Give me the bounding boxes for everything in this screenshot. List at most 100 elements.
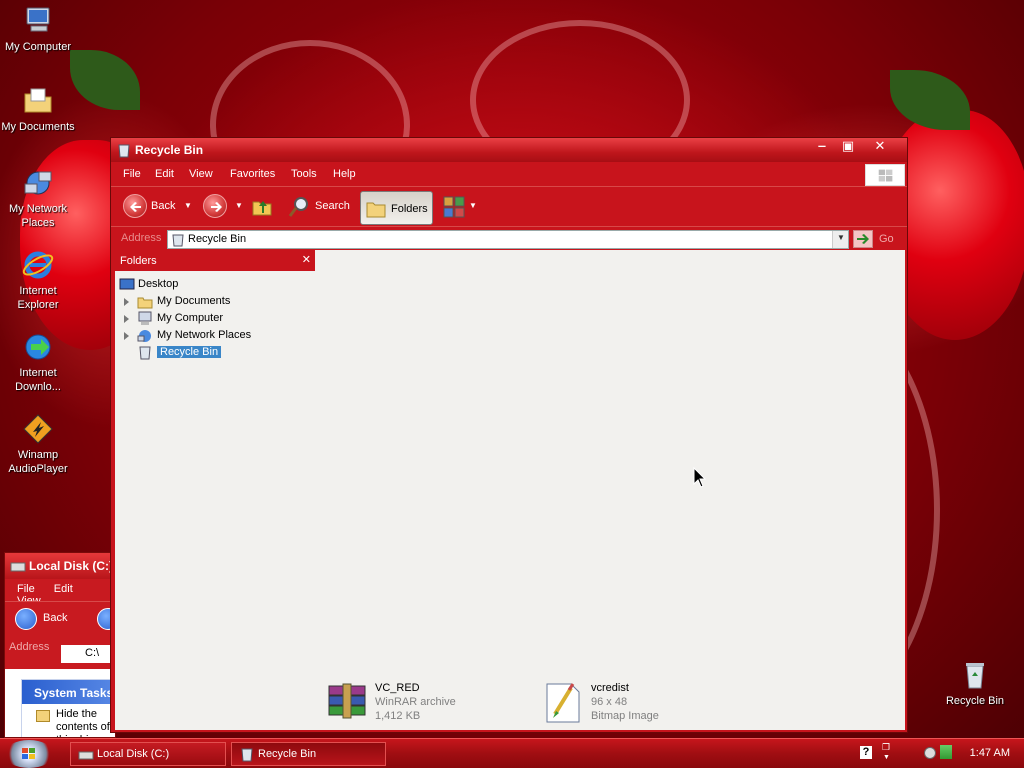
tree-item-label: Desktop — [138, 278, 179, 290]
go-button[interactable]: Go — [851, 230, 903, 249]
recycle-bin-window[interactable]: Recycle Bin ‒ ▣ ✕ File Edit View Favorit… — [110, 137, 908, 733]
desktop-icon-my-computer[interactable]: My Computer — [0, 4, 76, 54]
taskbar-button-label: Local Disk (C:) — [97, 748, 170, 760]
tree-item-desktop[interactable]: Desktop — [119, 277, 179, 293]
taskbar-button-recycle-bin[interactable]: Recycle Bin — [231, 742, 386, 766]
menu-edit[interactable]: Edit — [155, 168, 174, 180]
network-places-icon — [137, 330, 151, 342]
maximize-button[interactable]: ▣ — [837, 138, 859, 156]
my-computer-icon — [26, 7, 50, 32]
menu-help[interactable]: Help — [333, 168, 356, 180]
local-disk-toolbar: Back — [5, 601, 115, 637]
help-icon[interactable]: ? — [860, 746, 872, 759]
drive-icon — [10, 562, 26, 572]
file-type: WinRAR archive — [375, 696, 456, 708]
folders-button[interactable]: Folders — [360, 191, 433, 225]
views-icon[interactable] — [443, 196, 467, 218]
address-field[interactable]: Recycle Bin ▼ — [167, 230, 849, 249]
tree-item-my-documents[interactable]: My Documents — [124, 294, 230, 310]
local-disk-titlebar[interactable]: Local Disk (C:) — [5, 553, 115, 579]
desktop-icon-internet-download-manager[interactable]: Internet Downlo... — [0, 330, 76, 394]
file-item-vc-red[interactable]: VC_RED WinRAR archive 1,412 KB — [325, 680, 525, 724]
go-label: Go — [879, 233, 894, 245]
window-title: Recycle Bin — [135, 143, 204, 157]
desktop-icon-network-places[interactable]: My Network Places — [0, 166, 76, 230]
search-icon[interactable] — [287, 195, 311, 219]
desktop-icon-recycle-bin[interactable]: Recycle Bin — [937, 658, 1013, 708]
recycle-bin-icon — [118, 144, 130, 158]
titlebar[interactable]: Recycle Bin ‒ ▣ ✕ — [111, 138, 907, 162]
back-button[interactable] — [123, 194, 147, 218]
desktop-icon-label: Recycle Bin — [945, 695, 1005, 707]
system-tasks-panel: System Tasks Hide the contents of this d… — [21, 679, 115, 737]
start-button[interactable] — [4, 740, 54, 768]
back-button-label[interactable]: Back — [151, 200, 175, 212]
local-disk-content: System Tasks Hide the contents of this d… — [5, 669, 115, 737]
bitmap-image-icon — [546, 683, 580, 723]
desktop-icon-internet-explorer[interactable]: Internet Explorer — [0, 248, 76, 312]
file-size: 1,412 KB — [375, 710, 421, 722]
back-button-label[interactable]: Back — [43, 612, 67, 624]
wallpaper-leaf — [890, 70, 970, 130]
chevron-down-icon[interactable]: ▼ — [883, 754, 890, 761]
system-tasks-header[interactable]: System Tasks — [22, 680, 115, 704]
forward-arrow-icon — [211, 202, 222, 212]
my-documents-icon — [24, 88, 52, 113]
expand-arrow-icon[interactable] — [124, 315, 129, 323]
local-disk-window[interactable]: Local Disk (C:) File Edit View Back Addr… — [4, 552, 116, 738]
winrar-archive-icon — [328, 683, 366, 719]
tree-item-my-computer[interactable]: My Computer — [124, 311, 223, 327]
address-dropdown-button[interactable]: ▼ — [832, 231, 848, 248]
file-dimensions: 96 x 48 — [591, 696, 628, 708]
winamp-icon — [23, 414, 53, 444]
window-body: Folders ✕ Desktop My Documents My Comput… — [115, 250, 905, 730]
menu-tools[interactable]: Tools — [291, 168, 317, 180]
expand-arrow-icon[interactable] — [124, 298, 129, 306]
views-dropdown-icon[interactable]: ▼ — [469, 201, 477, 210]
my-documents-icon — [137, 297, 153, 309]
menubar: File Edit View Favorites Tools Help — [111, 162, 907, 186]
back-arrow-icon[interactable] — [15, 608, 37, 630]
tree-item-network-places[interactable]: My Network Places — [124, 328, 252, 344]
tree-item-label: My Network Places — [157, 329, 252, 341]
address-label: Address — [121, 232, 162, 244]
local-disk-menubar: File Edit View — [5, 579, 115, 607]
menu-favorites[interactable]: Favorites — [230, 168, 275, 180]
file-name: VC_RED — [375, 682, 420, 694]
menu-view[interactable]: View — [189, 168, 213, 180]
expand-arrow-icon[interactable] — [124, 332, 129, 340]
menu-edit[interactable]: Edit — [54, 583, 73, 595]
tree-item-recycle-bin[interactable]: Recycle Bin — [139, 345, 222, 361]
desktop-icon-label: My Network Places — [8, 203, 68, 229]
forward-dropdown-icon[interactable]: ▼ — [235, 201, 243, 210]
desktop-icon-winamp[interactable]: Winamp AudioPlayer — [0, 412, 76, 476]
back-dropdown-icon[interactable]: ▼ — [184, 201, 192, 210]
local-disk-title: Local Disk (C:) — [29, 559, 114, 573]
volume-icon[interactable] — [924, 747, 936, 759]
addressbar: Address Recycle Bin ▼ Go — [111, 226, 907, 250]
up-folder-icon[interactable] — [251, 195, 273, 217]
recycle-bin-icon — [241, 748, 253, 762]
menu-file[interactable]: File — [17, 583, 35, 595]
file-item-vcredist[interactable]: vcredist 96 x 48 Bitmap Image — [541, 680, 741, 724]
menu-file[interactable]: File — [123, 168, 141, 180]
taskbar-button-local-disk[interactable]: Local Disk (C:) — [70, 742, 226, 766]
close-button[interactable]: ✕ — [869, 138, 891, 156]
minimize-button[interactable]: ‒ — [811, 138, 833, 156]
clock[interactable]: 1:47 AM — [970, 747, 1010, 759]
forward-button[interactable] — [203, 194, 227, 218]
network-places-icon — [24, 171, 52, 195]
desktop-icon — [119, 278, 135, 290]
taskbar: Local Disk (C:) Recycle Bin ? ❐ ▼ 1:47 A… — [0, 738, 1024, 768]
desktop-icon-label: My Computer — [4, 41, 72, 53]
local-disk-address-field[interactable]: C:\ — [61, 645, 115, 663]
tree-item-label-selected: Recycle Bin — [157, 346, 222, 358]
folder-icon — [366, 202, 386, 218]
folders-pane-title: Folders — [120, 255, 157, 267]
search-button-label[interactable]: Search — [315, 200, 350, 212]
network-tray-icon[interactable] — [940, 745, 952, 759]
restore-icon[interactable]: ❐ — [882, 742, 890, 753]
close-pane-icon[interactable]: ✕ — [302, 253, 311, 266]
hide-drive-contents-link[interactable]: Hide the contents of this drive — [22, 704, 115, 737]
desktop-icon-my-documents[interactable]: My Documents — [0, 84, 76, 134]
